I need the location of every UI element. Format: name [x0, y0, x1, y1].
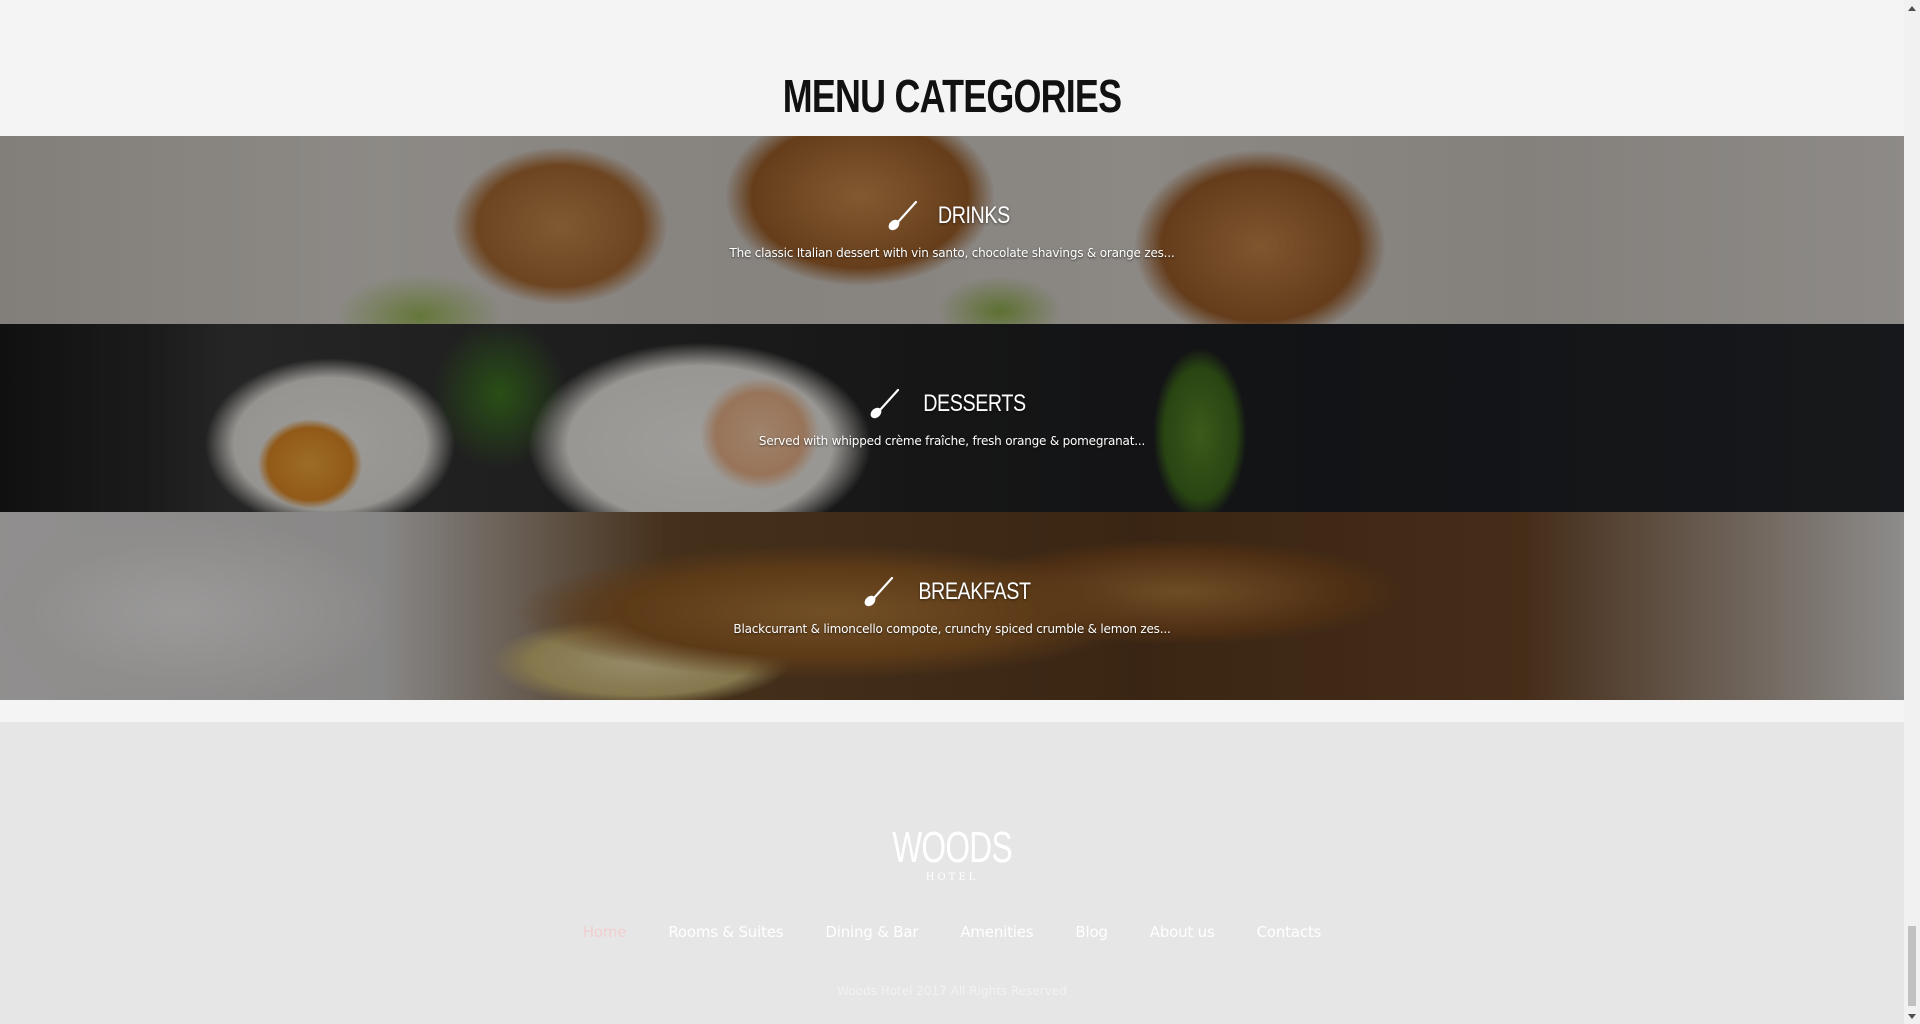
menu-categories-header: MENU CATEGORIES: [0, 0, 1904, 136]
spoon-icon: [864, 576, 893, 607]
footer-nav-home[interactable]: Home: [583, 923, 627, 941]
spoon-icon: [888, 200, 918, 231]
category-banner-desserts[interactable]: DESSERTS Served with whipped crème fraîc…: [0, 324, 1904, 512]
scrollbar-thumb[interactable]: [1908, 926, 1916, 1006]
category-description: Blackcurrant & limoncello compote, crunc…: [733, 622, 1171, 636]
page: MENU CATEGORIES DRINKS The classic Itali…: [0, 0, 1904, 1024]
category-name[interactable]: DRINKS: [938, 201, 1010, 231]
copyright-text: Woods Hotel 2017 All Rights Reserved: [837, 984, 1067, 998]
footer-logo[interactable]: WOODS HOTEL: [0, 823, 1904, 884]
footer-nav-amenities[interactable]: Amenities: [960, 923, 1033, 941]
spoon-icon: [870, 388, 899, 419]
section-title: MENU CATEGORIES: [782, 70, 1122, 122]
footer-nav: Home Rooms & Suites Dining & Bar Ameniti…: [0, 923, 1904, 941]
category-name[interactable]: BREAKFAST: [918, 577, 1031, 607]
category-name[interactable]: DESSERTS: [923, 389, 1026, 419]
scroll-up-arrow-icon[interactable]: [1904, 0, 1920, 16]
footer-nav-rooms-suites[interactable]: Rooms & Suites: [668, 923, 783, 941]
category-banner-breakfast[interactable]: BREAKFAST Blackcurrant & limoncello comp…: [0, 512, 1904, 700]
footer-nav-dining-bar[interactable]: Dining & Bar: [825, 923, 918, 941]
logo-text: WOODS: [892, 823, 1012, 872]
footer-nav-blog[interactable]: Blog: [1075, 923, 1108, 941]
category-description: Served with whipped crème fraîche, fresh…: [758, 434, 1146, 448]
vertical-scrollbar[interactable]: [1904, 0, 1920, 1024]
footer-nav-contacts[interactable]: Contacts: [1257, 923, 1322, 941]
category-banner-drinks[interactable]: DRINKS The classic Italian dessert with …: [0, 136, 1904, 324]
category-description: The classic Italian dessert with vin san…: [729, 246, 1175, 260]
footer: WOODS HOTEL Home Rooms & Suites Dining &…: [0, 722, 1904, 1024]
footer-nav-about-us[interactable]: About us: [1150, 923, 1215, 941]
logo-subtitle: HOTEL: [925, 872, 979, 883]
scroll-down-arrow-icon[interactable]: [1904, 1008, 1920, 1024]
